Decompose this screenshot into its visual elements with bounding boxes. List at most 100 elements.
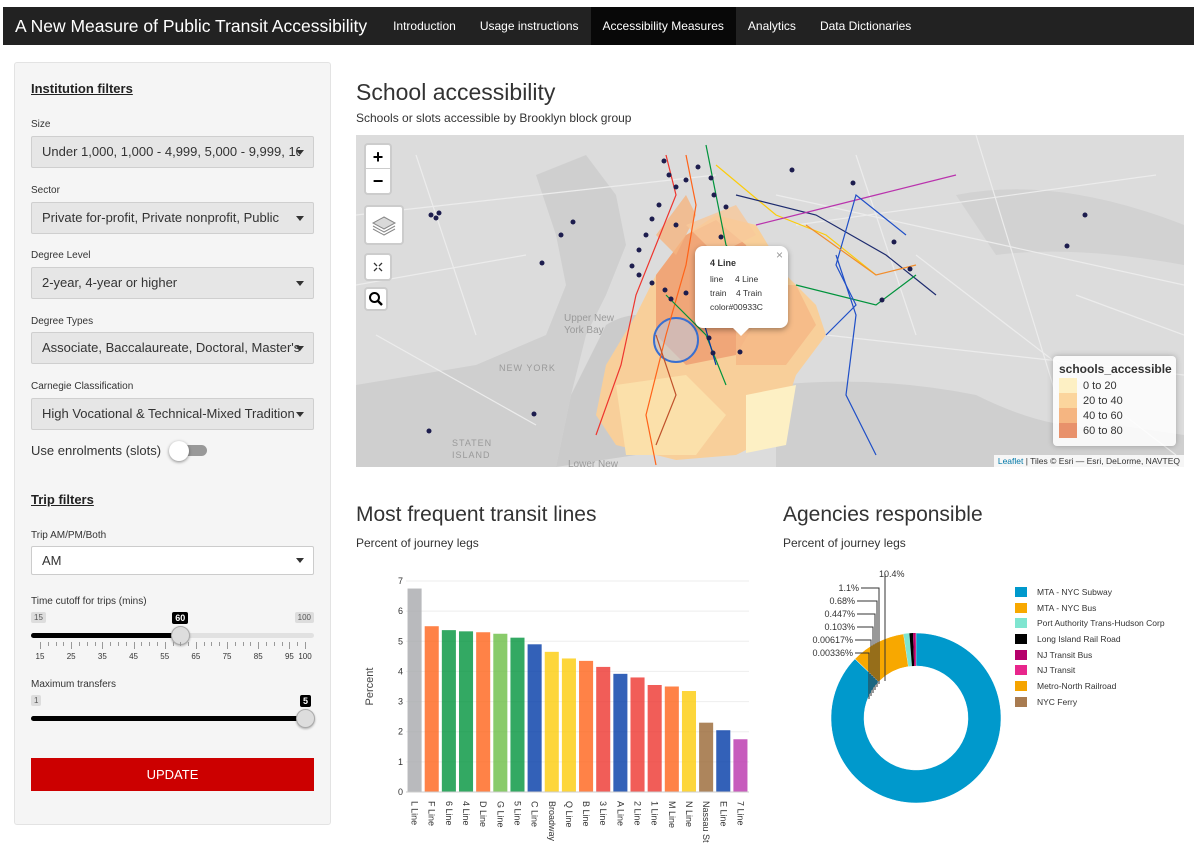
legend-swatch: [1015, 618, 1027, 629]
bar-7-line[interactable]: [733, 739, 748, 792]
bar-broadway[interactable]: [544, 651, 559, 792]
sector-label: Sector: [31, 185, 60, 196]
bar-q-line[interactable]: [561, 658, 576, 792]
zoom-out-button[interactable]: −: [366, 169, 390, 193]
size-select-value: Under 1,000, 1,000 - 4,999, 5,000 - 9,99…: [42, 144, 300, 159]
legend-label: NJ Transit Bus: [1037, 649, 1093, 660]
map-label-upper-bay: Upper New York Bay: [564, 313, 615, 336]
sector-select[interactable]: Private for-profit, Private nonprofit, P…: [31, 202, 314, 234]
legend-swatch: [1015, 602, 1027, 613]
bar-4-line[interactable]: [458, 631, 474, 792]
bar-nassau-st[interactable]: [699, 722, 714, 792]
bar-3-line[interactable]: [596, 666, 611, 792]
y-tick-label: 3: [398, 697, 403, 707]
cutoff-tick-label: 15: [35, 652, 45, 661]
popup-title: 4 Line: [710, 258, 737, 268]
transfers-slider[interactable]: 1 5: [31, 695, 315, 730]
nav-accessibility-measures[interactable]: Accessibility Measures: [590, 7, 736, 45]
bar-b-line[interactable]: [579, 660, 594, 792]
bar-e-line[interactable]: [716, 730, 731, 792]
x-tick-label: C Line: [530, 801, 540, 827]
degree-level-select[interactable]: 2-year, 4-year or higher: [31, 267, 314, 299]
transfers-slider-handle[interactable]: [295, 709, 315, 728]
slice-label: 0.447%: [824, 609, 855, 619]
popup-close-icon[interactable]: ×: [776, 248, 783, 262]
bar-a-line[interactable]: [613, 673, 628, 792]
degree-types-select[interactable]: Associate, Baccalaureate, Doctoral, Mast…: [31, 332, 314, 364]
cutoff-tick-label: 35: [97, 652, 107, 661]
cutoff-slider[interactable]: 15 100 60 15 25 35 45 55 65 75 85 95 100: [31, 612, 314, 662]
donut-legend-item[interactable]: Metro-North Railroad: [1015, 678, 1165, 694]
legend-item: 60 to 80: [1059, 423, 1170, 438]
popup-value: 4 Train: [736, 288, 762, 298]
y-tick-label: 1: [398, 757, 403, 767]
layers-button[interactable]: [364, 205, 404, 245]
size-select[interactable]: Under 1,000, 1,000 - 4,999, 5,000 - 9,99…: [31, 136, 314, 168]
donut-legend-item[interactable]: NJ Transit Bus: [1015, 647, 1165, 663]
nav-introduction[interactable]: Introduction: [381, 7, 468, 45]
line-popup: × 4 Line line 4 Line train 4 Train color…: [695, 246, 788, 336]
donut-legend-item[interactable]: Port Authority Trans-Hudson Corp: [1015, 615, 1165, 631]
x-tick-label: 1 Line: [650, 801, 660, 826]
transit-lines-bar-chart: 0 1 2 3 4 5 6 7 Percent L Line F Line 6 Line 4 Line D…: [364, 576, 749, 843]
x-tick-label: Nassau St: [701, 801, 711, 843]
bar-2-line[interactable]: [630, 677, 645, 792]
cutoff-tick-label: 85: [253, 652, 263, 661]
attribution-text: | Tiles © Esri — Esri, DeLorme, NAVTEQ: [1023, 456, 1180, 466]
donut-legend-item[interactable]: NYC Ferry: [1015, 694, 1165, 710]
search-icon: [369, 292, 383, 306]
institution-filters-heading: Institution filters: [31, 81, 133, 96]
app-title[interactable]: A New Measure of Public Transit Accessib…: [3, 16, 381, 37]
bar-5-line[interactable]: [510, 637, 525, 792]
x-tick-label: E Line: [718, 801, 728, 827]
legend-item: 0 to 20: [1059, 378, 1170, 393]
bar-6-line[interactable]: [441, 630, 456, 792]
donut-legend-item[interactable]: Long Island Rail Road: [1015, 631, 1165, 647]
trip-filters-heading: Trip filters: [31, 492, 94, 507]
popup-rows: line 4 Line train 4 Train color#00933C: [710, 272, 763, 314]
zoom-in-button[interactable]: +: [366, 145, 390, 169]
x-tick-label: 3 Line: [598, 801, 608, 826]
bar-l-line[interactable]: [407, 588, 422, 792]
degree-level-select-value: 2-year, 4-year or higher: [42, 275, 178, 290]
bar-n-line[interactable]: [681, 691, 697, 792]
bar-d-line[interactable]: [476, 632, 491, 792]
cutoff-tick-label: 65: [191, 652, 201, 661]
bar-c-line[interactable]: [527, 644, 542, 792]
nav-analytics[interactable]: Analytics: [736, 7, 808, 45]
slice-label: 0.68%: [829, 596, 855, 606]
leaflet-link[interactable]: Leaflet: [998, 456, 1024, 466]
degree-types-label: Degree Types: [31, 316, 94, 327]
map-search-button[interactable]: [364, 287, 388, 311]
school-accessibility-title: School accessibility: [356, 79, 556, 105]
nav-data-dictionaries[interactable]: Data Dictionaries: [808, 7, 923, 45]
legend-label: 0 to 20: [1083, 379, 1117, 392]
bar-g-line[interactable]: [493, 633, 508, 792]
update-button[interactable]: UPDATE: [31, 758, 314, 791]
popup-value: #00933C: [728, 302, 763, 312]
donut-legend-item[interactable]: NJ Transit: [1015, 662, 1165, 678]
nav-usage-instructions[interactable]: Usage instructions: [468, 7, 591, 45]
x-tick-label: 2 Line: [633, 801, 643, 826]
trip-time-select[interactable]: AM: [31, 546, 314, 575]
donut-legend-item[interactable]: MTA - NYC Bus: [1015, 600, 1165, 616]
legend-swatch: [1059, 423, 1077, 438]
slice-label: 1.1%: [838, 583, 859, 593]
x-tick-label: 7 Line: [735, 801, 745, 826]
x-tick-label: 4 Line: [461, 801, 471, 826]
fullscreen-button[interactable]: [364, 253, 392, 281]
bar-1-line[interactable]: [647, 684, 662, 792]
bar-m-line[interactable]: [664, 686, 679, 793]
legend-label: Long Island Rail Road: [1037, 633, 1121, 644]
size-label: Size: [31, 119, 51, 130]
enrolments-toggle[interactable]: [169, 441, 208, 461]
chevron-down-icon: [296, 558, 304, 563]
map-legend: schools_accessible 0 to 20 20 to 40 40 to …: [1053, 356, 1176, 446]
carnegie-select[interactable]: High Vocational & Technical-Mixed Tradit…: [31, 398, 314, 430]
accessibility-map[interactable]: Upper New York Bay NEW YORK STATEN ISLAN…: [356, 135, 1184, 467]
map-label-new-york: NEW YORK: [499, 363, 556, 373]
donut-legend-item[interactable]: MTA - NYC Subway: [1015, 584, 1165, 600]
x-tick-label: A Line: [615, 801, 625, 826]
bar-f-line[interactable]: [424, 626, 439, 792]
collapse-icon: [373, 262, 383, 272]
